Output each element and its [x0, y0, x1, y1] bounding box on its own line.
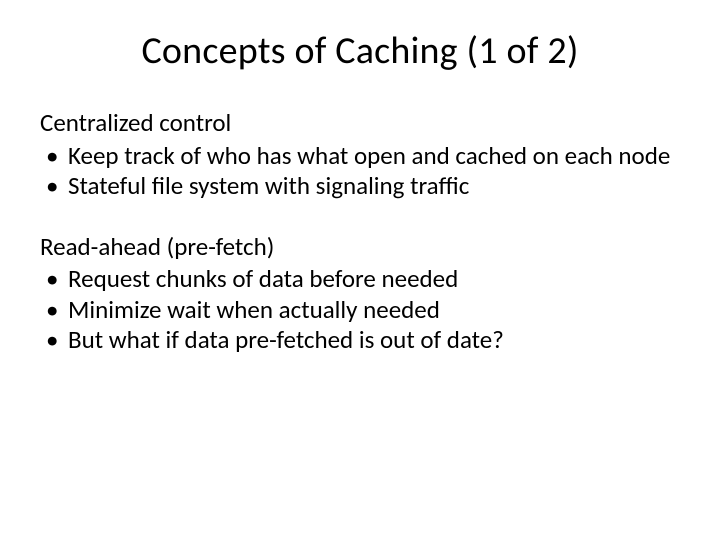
bullet-list-readahead: Request chunks of data before needed Min… [40, 264, 680, 356]
slide-title: Concepts of Caching (1 of 2) [40, 28, 680, 74]
list-item: Stateful file system with signaling traf… [40, 171, 680, 202]
section-label-centralized: Centralized control [40, 108, 680, 139]
bullet-list-centralized: Keep track of who has what open and cach… [40, 141, 680, 202]
list-item: Request chunks of data before needed [40, 264, 680, 295]
slide: Concepts of Caching (1 of 2) Centralized… [0, 0, 720, 540]
slide-body: Centralized control Keep track of who ha… [40, 108, 680, 356]
section-label-readahead: Read-ahead (pre-fetch) [40, 232, 680, 263]
list-item: But what if data pre-fetched is out of d… [40, 325, 680, 356]
list-item: Minimize wait when actually needed [40, 295, 680, 326]
list-item: Keep track of who has what open and cach… [40, 141, 680, 172]
